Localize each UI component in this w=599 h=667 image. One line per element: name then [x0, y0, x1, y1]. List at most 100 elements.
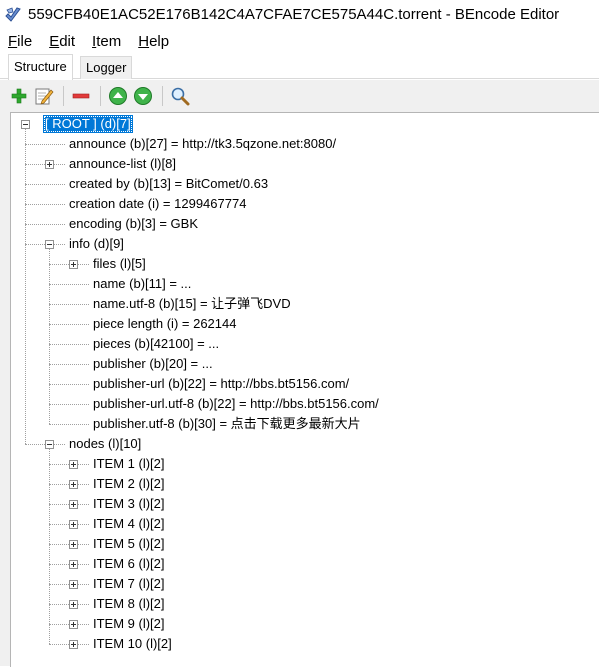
tree-node-label: info (d)[9]	[69, 236, 124, 251]
tree-node[interactable]: name (b)[11] = ...	[91, 275, 193, 293]
toolbar-separator	[162, 86, 163, 106]
tree-node[interactable]: ITEM 4 (l)[2]	[91, 515, 167, 533]
tree-connector	[49, 344, 89, 345]
expand-icon[interactable]	[69, 500, 78, 509]
tree-node[interactable]: [ ROOT ] (d)[7]	[43, 115, 133, 133]
tree-node-label: ITEM 5 (l)[2]	[93, 536, 165, 551]
tree-node[interactable]: publisher-url (b)[22] = http://bbs.bt515…	[91, 375, 351, 393]
tab-logger[interactable]: Logger	[80, 56, 133, 79]
tree-node-label: nodes (l)[10]	[69, 436, 142, 451]
tree-connector	[49, 424, 89, 425]
tree-connector	[49, 249, 50, 424]
tree-node-label: piece length (i) = 262144	[93, 316, 237, 331]
tree-node[interactable]: pieces (b)[42100] = ...	[91, 335, 221, 353]
tree-node-label: ITEM 10 (l)[2]	[93, 636, 172, 651]
tree-node-label: ITEM 1 (l)[2]	[93, 456, 165, 471]
expand-icon[interactable]	[69, 520, 78, 529]
tree-connector	[25, 224, 65, 225]
tree-node[interactable]: nodes (l)[10]	[67, 435, 143, 453]
menu-item[interactable]: Item	[84, 31, 130, 53]
tree-node[interactable]: encoding (b)[3] = GBK	[67, 215, 200, 233]
tree-connector	[25, 204, 65, 205]
collapse-icon[interactable]	[45, 240, 54, 249]
expand-icon[interactable]	[45, 160, 54, 169]
tree-node[interactable]: info (d)[9]	[67, 235, 126, 253]
move-up-button[interactable]	[107, 85, 129, 107]
tree-connector	[49, 304, 89, 305]
tree-node-label: ITEM 8 (l)[2]	[93, 596, 165, 611]
remove-icon	[72, 93, 90, 99]
tree-node-label: publisher.utf-8 (b)[30] = 点击下载更多最新大片	[93, 416, 361, 431]
expand-icon[interactable]	[69, 600, 78, 609]
collapse-icon[interactable]	[45, 440, 54, 449]
tree-connector	[25, 144, 65, 145]
tree-node[interactable]: ITEM 10 (l)[2]	[91, 635, 174, 653]
expand-icon[interactable]	[69, 640, 78, 649]
tree-node[interactable]: ITEM 6 (l)[2]	[91, 555, 167, 573]
tree-node[interactable]: ITEM 2 (l)[2]	[91, 475, 167, 493]
expand-icon[interactable]	[69, 540, 78, 549]
tree-node[interactable]: ITEM 5 (l)[2]	[91, 535, 167, 553]
expand-icon[interactable]	[69, 620, 78, 629]
expand-icon[interactable]	[69, 460, 78, 469]
collapse-icon[interactable]	[21, 120, 30, 129]
tree-node[interactable]: ITEM 7 (l)[2]	[91, 575, 167, 593]
tree-node[interactable]: announce-list (l)[8]	[67, 155, 178, 173]
tree-connector	[49, 364, 89, 365]
tree-node-label: publisher (b)[20] = ...	[93, 356, 213, 371]
tree-node[interactable]: ITEM 1 (l)[2]	[91, 455, 167, 473]
tree-node[interactable]: creation date (i) = 1299467774	[67, 195, 248, 213]
tree-node-label: ITEM 3 (l)[2]	[93, 496, 165, 511]
tree-view[interactable]: [ ROOT ] (d)[7] announce (b)[27] = http:/…	[10, 112, 599, 667]
tree-connector	[49, 384, 89, 385]
tree-connector	[49, 404, 89, 405]
tree-node[interactable]: ITEM 3 (l)[2]	[91, 495, 167, 513]
menu-edit[interactable]: Edit	[41, 31, 84, 53]
window-title: 559CFB40E1AC52E176B142C4A7CFAE7CE575A44C…	[28, 6, 560, 23]
toolbar-separator	[100, 86, 101, 106]
tree-node[interactable]: ITEM 8 (l)[2]	[91, 595, 167, 613]
tree-node[interactable]: files (l)[5]	[91, 255, 148, 273]
tree-node[interactable]: name.utf-8 (b)[15] = 让子弹飞DVD	[91, 295, 293, 313]
tree-node-label: ITEM 6 (l)[2]	[93, 556, 165, 571]
tab-structure[interactable]: Structure	[8, 54, 73, 80]
tree-connector	[49, 324, 89, 325]
menu-bar: File Edit Item Help	[0, 31, 599, 53]
add-button[interactable]	[8, 85, 30, 107]
tree-node[interactable]: created by (b)[13] = BitComet/0.63	[67, 175, 270, 193]
tree-node-label: name (b)[11] = ...	[93, 276, 192, 291]
expand-icon[interactable]	[69, 580, 78, 589]
tree-node-label: files (l)[5]	[93, 256, 146, 271]
tree-node[interactable]: publisher.utf-8 (b)[30] = 点击下载更多最新大片	[91, 415, 363, 433]
add-icon	[11, 88, 27, 104]
move-up-icon	[109, 87, 127, 105]
tree-node[interactable]: publisher (b)[20] = ...	[91, 355, 215, 373]
tree-node[interactable]: publisher-url.utf-8 (b)[22] = http://bbs…	[91, 395, 381, 413]
tree-node-label: ITEM 4 (l)[2]	[93, 516, 165, 531]
tree-node-label: pieces (b)[42100] = ...	[93, 336, 220, 351]
search-button[interactable]	[169, 85, 191, 107]
tab-strip: Structure Logger	[0, 54, 599, 80]
remove-button[interactable]	[70, 85, 92, 107]
tree-node-label: encoding (b)[3] = GBK	[69, 216, 198, 231]
tree-node-label: publisher-url.utf-8 (b)[22] = http://bbs…	[93, 396, 379, 411]
expand-icon[interactable]	[69, 260, 78, 269]
tree-node[interactable]: announce (b)[27] = http://tk3.5qzone.net…	[67, 135, 338, 153]
move-down-icon	[134, 87, 152, 105]
tree-node[interactable]: ITEM 9 (l)[2]	[91, 615, 167, 633]
tree-node-label: ITEM 2 (l)[2]	[93, 476, 165, 491]
edit-button[interactable]	[33, 85, 55, 107]
expand-icon[interactable]	[69, 560, 78, 569]
edit-icon	[35, 88, 54, 105]
expand-icon[interactable]	[69, 480, 78, 489]
search-icon	[171, 87, 190, 106]
move-down-button[interactable]	[132, 85, 154, 107]
menu-file[interactable]: File	[0, 31, 41, 53]
tree-connector	[25, 184, 65, 185]
menu-help[interactable]: Help	[130, 31, 178, 53]
tree-node-label: announce-list (l)[8]	[69, 156, 176, 171]
tree-node-label: publisher-url (b)[22] = http://bbs.bt515…	[93, 376, 350, 391]
title-bar: 559CFB40E1AC52E176B142C4A7CFAE7CE575A44C…	[0, 0, 599, 30]
tree-node-label: announce (b)[27] = http://tk3.5qzone.net…	[69, 136, 337, 151]
tree-node[interactable]: piece length (i) = 262144	[91, 315, 238, 333]
